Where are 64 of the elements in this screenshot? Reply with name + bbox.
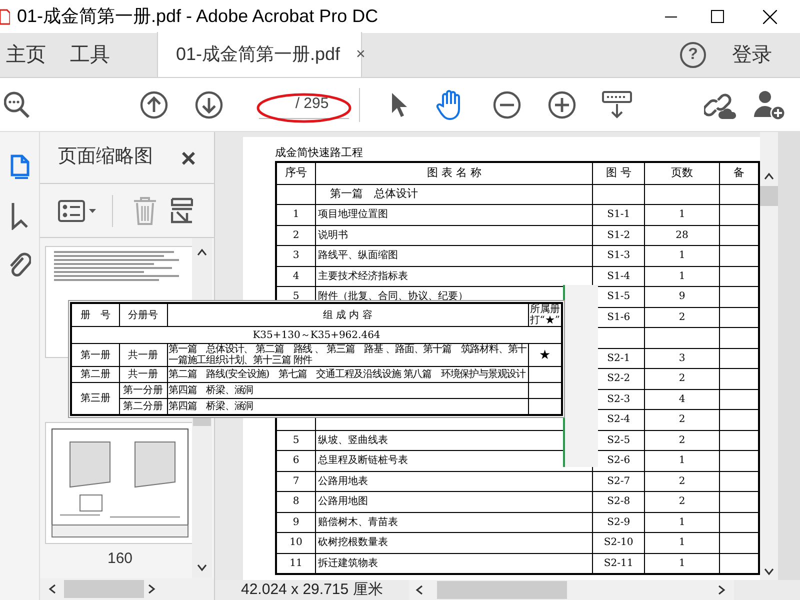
table-cell: 第二篇 路线(安全设施) 第七篇 交通工程及沿线设施 第八篇 环境保护与景观设计 [167,366,528,382]
table-cell: 1 [276,204,316,225]
column-header: 图 表 名 称 [316,162,593,184]
column-header: 分册号 [119,303,167,326]
table-cell: 第一篇 总体设计 [316,184,593,204]
table-cell: 5 [276,430,316,450]
table-cell: 公路用地图 [316,492,593,512]
table-cell: S1-1 [592,204,644,225]
table-cell: 2 [644,492,720,512]
column-header: 序号 [276,162,316,184]
table-cell: 拆迁建筑物表 [316,553,593,574]
window-title: 01-成金简第一册.pdf - Adobe Acrobat Pro DC [17,5,378,28]
table-cell: 公路用地表 [316,471,593,492]
table-cell: 2 [276,225,316,246]
panel-title: 页面缩略图 [58,145,153,170]
table-cell: 1 [644,532,720,553]
table-cell: 9 [644,286,720,307]
table-cell: 共一册 [119,344,167,366]
table-cell: 第一册 [71,344,119,366]
column-header: 册 号 [71,303,119,326]
table-cell: 第一篇 总体设计、 第二篇 路线 、 第三篇 路基 、路面、第十篇 筑路材料、第十一篇施工组织计划、第十三篇 附件 [167,344,528,366]
table-cell: 1 [644,512,720,532]
table-cell: 10 [276,532,316,553]
table-cell: 1 [644,246,720,266]
table-cell: 7 [276,471,316,492]
table-cell: S2-9 [592,512,644,532]
table-cell: 3 [644,348,720,368]
table-cell: 项目地理位置图 [316,204,593,225]
table-cell: 2 [644,368,720,389]
column-header: 所属册打“★” [528,303,562,326]
table-cell: 28 [644,225,720,246]
table-cell: 6 [276,450,316,471]
table-cell: 9 [276,512,316,532]
table-cell: 2 [644,307,720,328]
table-cell: 2 [644,471,720,492]
column-header: 页数 [644,162,720,184]
table-cell: 砍树挖根数量表 [316,532,593,553]
table-cell: S2-8 [592,492,644,512]
document-heading: 成金简快速路工程 [275,145,364,161]
table-cell: 第一分册 [119,382,167,398]
table-cell: 1 [644,204,720,225]
table-cell: 1 [644,450,720,471]
table-cell: S1-3 [592,246,644,266]
table-cell: 第二册 [71,366,119,382]
table-cell: 路线平、纵面缩图 [316,246,593,266]
table-cell: 赔偿树木、青苗表 [316,512,593,532]
table-cell: 第四篇 桥梁、涵洞 [167,382,528,398]
column-header: 图 号 [592,162,644,184]
table-cell: 2 [644,430,720,450]
table-cell: 2 [644,410,720,430]
table-cell: S2-10 [592,532,644,553]
table-cell: 1 [644,266,720,286]
page-number: 160 [107,549,133,569]
table-cell: 说明书 [316,225,593,246]
table-cell: 4 [276,266,316,286]
table-cell: 3 [276,246,316,266]
table-cell: 4 [644,389,720,410]
table-cell: S1-2 [592,225,644,246]
table-cell: 共一册 [119,366,167,382]
page-size-label: 42.024 x 29.715 厘米 [241,580,383,600]
table-cell: S2-7 [592,471,644,492]
column-header: 组 成 内 容 [167,303,528,326]
table-cell: 第四篇 桥梁、涵洞 [167,398,528,414]
table-cell: 8 [276,492,316,512]
